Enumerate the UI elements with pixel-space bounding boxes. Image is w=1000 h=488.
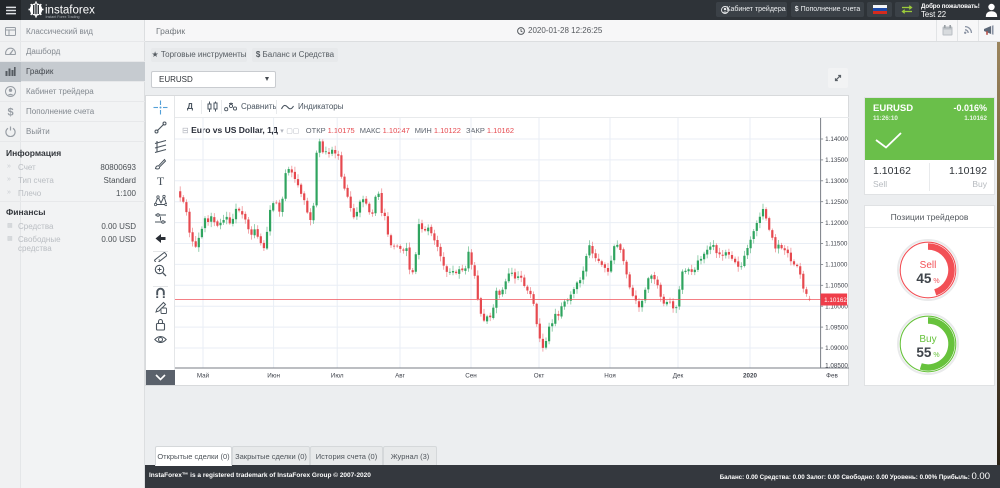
svg-text:1.12500: 1.12500	[825, 199, 848, 206]
svg-text:1.11500: 1.11500	[825, 241, 848, 248]
svg-text:1.13000: 1.13000	[825, 178, 848, 185]
svg-text:Instant Forex Trading: Instant Forex Trading	[46, 15, 80, 19]
svg-text:Май: Май	[197, 372, 210, 380]
svg-text:Фев: Фев	[826, 373, 838, 380]
svg-text:$: $	[7, 107, 13, 118]
svg-text:1.14000: 1.14000	[825, 136, 848, 143]
svg-text:Сен: Сен	[465, 373, 477, 380]
svg-text:1.09500: 1.09500	[825, 324, 848, 331]
svg-text:Авг: Авг	[395, 373, 406, 380]
svg-text:1.10162: 1.10162	[824, 297, 847, 304]
svg-text:1.13500: 1.13500	[825, 157, 848, 164]
svg-text:Июл: Июл	[331, 373, 344, 380]
svg-text:2020: 2020	[743, 373, 758, 380]
svg-text:Ноя: Ноя	[604, 373, 615, 380]
svg-text:Июн: Июн	[267, 373, 280, 380]
svg-text:1.11000: 1.11000	[825, 262, 848, 269]
svg-text:T: T	[157, 174, 165, 187]
svg-text:1.10500: 1.10500	[825, 283, 848, 290]
svg-text:1.08500: 1.08500	[825, 363, 848, 370]
svg-text:1.12000: 1.12000	[825, 220, 848, 227]
svg-text:Окт: Окт	[534, 373, 545, 380]
svg-text:Дек: Дек	[673, 373, 684, 380]
svg-text:1.09000: 1.09000	[825, 345, 848, 352]
